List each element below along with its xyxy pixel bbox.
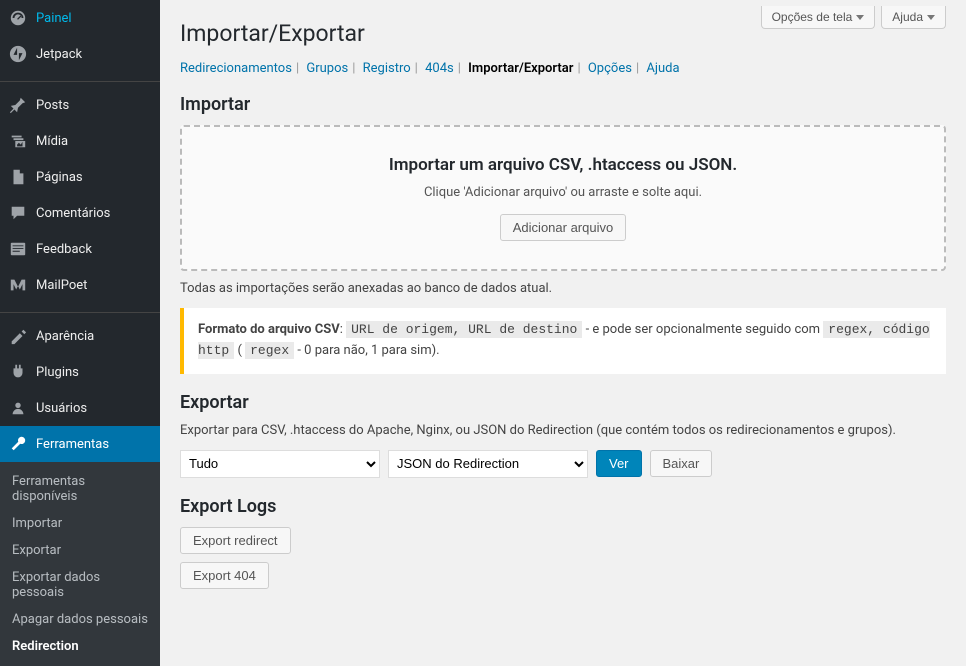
csv-tail-text: - 0 para não, 1 para sim). xyxy=(294,343,439,358)
sidebar-item-label: Comentários xyxy=(36,206,110,221)
csv-format-label: Formato do arquivo CSV xyxy=(198,322,340,337)
sidebar-item-label: Painel xyxy=(36,11,72,26)
menu-separator xyxy=(0,308,160,313)
media-icon xyxy=(8,131,28,151)
subnav-sep: | xyxy=(296,61,299,76)
subnav-404s[interactable]: 404s xyxy=(425,61,454,76)
top-buttons: Opções de tela Ajuda xyxy=(761,6,946,29)
users-icon xyxy=(8,398,28,418)
sidebar-item-mailpoet[interactable]: MailPoet xyxy=(0,267,160,303)
sidebar-item-label: Ferramentas xyxy=(36,437,109,452)
sidebar-item-tools[interactable]: Ferramentas xyxy=(0,426,160,462)
help-button[interactable]: Ajuda xyxy=(881,6,946,29)
caret-down-icon xyxy=(927,15,935,20)
sidebar-item-painel[interactable]: Painel xyxy=(0,0,160,36)
sidebar-item-label: Usuários xyxy=(36,401,87,416)
sidebar-item-label: MailPoet xyxy=(36,278,87,293)
sidebar-item-label: Aparência xyxy=(36,329,94,344)
subnav-sep: | xyxy=(415,61,418,76)
view-button[interactable]: Ver xyxy=(596,450,642,477)
sidebar-item-pages[interactable]: Páginas xyxy=(0,159,160,195)
sidebar-item-label: Páginas xyxy=(36,170,83,185)
subnav-sep: | xyxy=(352,61,355,76)
pin-icon xyxy=(8,95,28,115)
csv-format-callout: Formato do arquivo CSV: URL de origem, U… xyxy=(180,308,946,374)
plugins-icon xyxy=(8,362,28,382)
submenu-item-import[interactable]: Importar xyxy=(0,510,160,537)
export-404-button[interactable]: Export 404 xyxy=(180,562,269,589)
sidebar-item-label: Feedback xyxy=(36,242,92,257)
dashboard-icon xyxy=(8,8,28,28)
subnav-help[interactable]: Ajuda xyxy=(646,61,679,76)
export-controls: Tudo JSON do Redirection Ver Baixar xyxy=(180,450,946,478)
csv-code-3: regex xyxy=(245,342,294,359)
caret-down-icon xyxy=(856,15,864,20)
main-content: Opções de tela Ajuda Importar/Exportar R… xyxy=(160,0,966,666)
sidebar-item-feedback[interactable]: Feedback xyxy=(0,231,160,267)
tools-icon xyxy=(8,434,28,454)
csv-paren: ( xyxy=(234,343,245,358)
dropzone-instruction: Clique 'Adicionar arquivo' ou arraste e … xyxy=(202,185,924,200)
csv-mid-text: - e pode ser opcionalmente seguido com xyxy=(582,322,823,337)
subnav-groups[interactable]: Grupos xyxy=(306,61,348,76)
sidebar-item-appearance[interactable]: Aparência xyxy=(0,318,160,354)
subnav-import-export: Importar/Exportar xyxy=(468,61,573,76)
sidebar-item-label: Plugins xyxy=(36,365,79,380)
submenu-item-available[interactable]: Ferramentas disponíveis xyxy=(0,468,160,510)
subnav-sep: | xyxy=(458,61,461,76)
dropzone-title: Importar um arquivo CSV, .htaccess ou JS… xyxy=(202,155,924,175)
import-note: Todas as importações serão anexadas ao b… xyxy=(180,281,946,296)
sidebar-item-label: Jetpack xyxy=(36,47,82,62)
export-logs-heading: Export Logs xyxy=(180,496,946,517)
screen-options-button[interactable]: Opções de tela xyxy=(761,6,876,29)
export-description: Exportar para CSV, .htaccess do Apache, … xyxy=(180,423,946,438)
export-format-select[interactable]: JSON do Redirection xyxy=(388,450,588,478)
sidebar-item-plugins[interactable]: Plugins xyxy=(0,354,160,390)
subnav-options[interactable]: Opções xyxy=(588,61,632,76)
pages-icon xyxy=(8,167,28,187)
add-file-button[interactable]: Adicionar arquivo xyxy=(500,214,626,241)
subnav-sep: | xyxy=(577,61,580,76)
export-heading: Exportar xyxy=(180,392,946,413)
comments-icon xyxy=(8,203,28,223)
subnav-redirects[interactable]: Redirecionamentos xyxy=(180,61,292,76)
submenu-item-redirection[interactable]: Redirection xyxy=(0,633,160,660)
subnav-sep: | xyxy=(636,61,639,76)
admin-sidebar: Painel Jetpack Posts Mídia Páginas Comen… xyxy=(0,0,160,666)
appearance-icon xyxy=(8,326,28,346)
mailpoet-icon xyxy=(8,275,28,295)
download-button[interactable]: Baixar xyxy=(650,450,713,477)
jetpack-icon xyxy=(8,44,28,64)
sub-navigation: Redirecionamentos | Grupos | Registro | 404… xyxy=(180,61,946,76)
subnav-log[interactable]: Registro xyxy=(363,61,411,76)
submenu-item-erase-personal[interactable]: Apagar dados pessoais xyxy=(0,606,160,633)
csv-code-1: URL de origem, URL de destino xyxy=(346,321,582,338)
import-heading: Importar xyxy=(180,94,946,115)
sidebar-item-comments[interactable]: Comentários xyxy=(0,195,160,231)
sidebar-item-users[interactable]: Usuários xyxy=(0,390,160,426)
sidebar-item-label: Mídia xyxy=(36,134,68,149)
sidebar-item-label: Posts xyxy=(36,98,69,113)
menu-separator xyxy=(0,77,160,82)
submenu-item-export[interactable]: Exportar xyxy=(0,537,160,564)
screen-options-label: Opções de tela xyxy=(772,10,853,24)
export-redirect-button[interactable]: Export redirect xyxy=(180,527,291,554)
help-label: Ajuda xyxy=(892,10,923,24)
import-dropzone[interactable]: Importar um arquivo CSV, .htaccess ou JS… xyxy=(180,125,946,271)
submenu-item-export-personal[interactable]: Exportar dados pessoais xyxy=(0,564,160,606)
feedback-icon xyxy=(8,239,28,259)
sidebar-item-media[interactable]: Mídia xyxy=(0,123,160,159)
tools-submenu: Ferramentas disponíveis Importar Exporta… xyxy=(0,462,160,666)
sidebar-item-posts[interactable]: Posts xyxy=(0,87,160,123)
sidebar-item-jetpack[interactable]: Jetpack xyxy=(0,36,160,72)
export-scope-select[interactable]: Tudo xyxy=(180,450,380,478)
